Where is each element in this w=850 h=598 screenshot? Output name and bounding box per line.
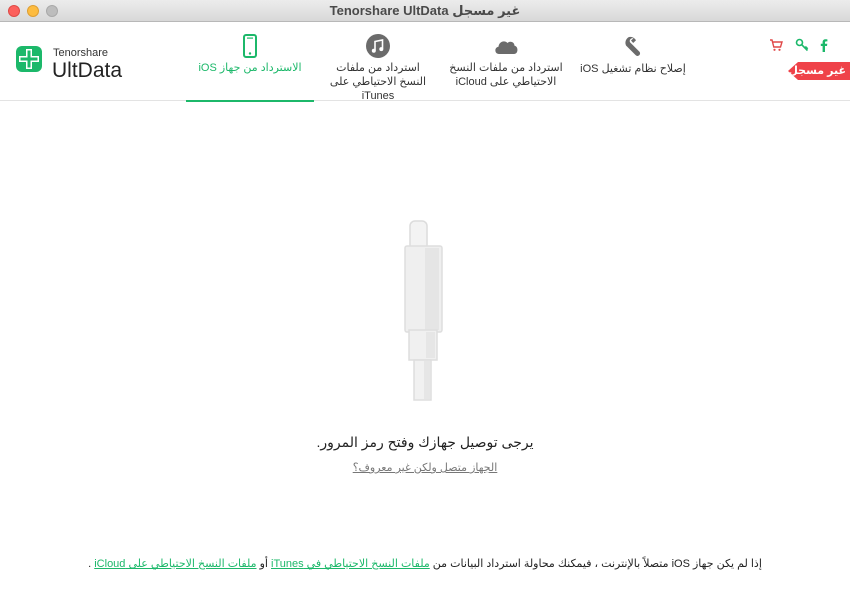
footer-text-or: أو (256, 558, 271, 570)
active-tab-indicator (186, 100, 314, 102)
brand-product-name: UltData (52, 59, 123, 82)
tab-label: إصلاح نظام تشغيل iOS (580, 63, 686, 75)
wrench-icon (625, 36, 641, 56)
ultdata-logo-icon (16, 46, 42, 72)
music-note-icon (366, 34, 390, 58)
itunes-backup-link[interactable]: ملفات النسخ الاحتياطي في iTunes (271, 558, 430, 570)
tab-recover-from-icloud-backup[interactable]: استرداد من ملفات النسخ الاحتياطي على iCl… (446, 22, 566, 101)
tab-repair-ios-system[interactable]: إصلاح نظام تشغيل iOS (572, 22, 694, 101)
icloud-backup-link[interactable]: ملفات النسخ الاحتياطي على iCloud (94, 558, 256, 570)
cloud-icon (495, 41, 518, 54)
device-not-recognized-link[interactable]: الجهاز متصل ولكن غير معروف؟ (0, 461, 850, 474)
facebook-icon[interactable] (817, 38, 831, 52)
tab-label: الاسترداد من جهاز iOS (198, 62, 302, 74)
footer-note: إذا لم يكن جهاز iOS متصلاً بالإنترنت ، ف… (0, 557, 850, 570)
lightning-cable-illustration (404, 220, 443, 401)
tab-recover-from-ios-device[interactable]: الاسترداد من جهاز iOS (186, 22, 314, 102)
footer-text: إذا لم يكن جهاز iOS متصلاً بالإنترنت ، ف… (429, 558, 762, 570)
title-bar: Tenorshare UltData غير مسجل (0, 0, 850, 22)
app-header: Tenorshare UltData الاسترداد من جهاز iOS… (0, 22, 850, 102)
tab-recover-from-itunes-backup[interactable]: استرداد من ملفات النسخ الاحتياطي على iTu… (326, 22, 430, 102)
connect-device-prompt: يرجى توصيل جهازك وفتح رمز المرور. (316, 434, 534, 450)
key-icon[interactable] (795, 38, 809, 52)
window-title: Tenorshare UltData غير مسجل (329, 3, 521, 18)
cart-icon[interactable] (769, 38, 783, 52)
phone-icon (243, 34, 257, 58)
tab-label: استرداد من ملفات النسخ الاحتياطي على iCl… (449, 62, 563, 88)
unregistered-ribbon[interactable]: غير مسجل (788, 62, 850, 80)
brand-company-name: Tenorshare (53, 47, 109, 59)
tab-label: استرداد من ملفات النسخ الاحتياطي على iTu… (329, 62, 427, 102)
